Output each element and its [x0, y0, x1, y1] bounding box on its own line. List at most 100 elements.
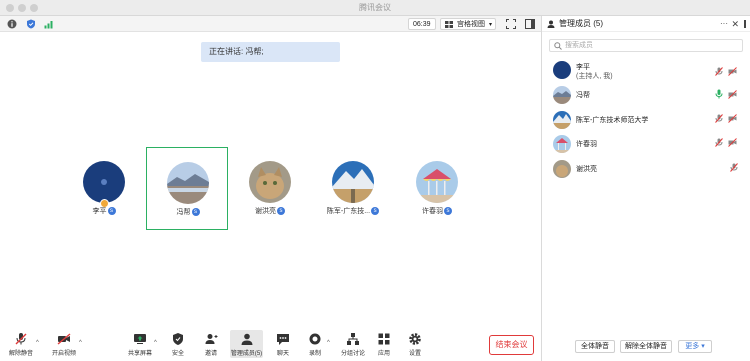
member-role: (主持人, 我) [576, 73, 613, 80]
member-row-fengbang[interactable]: 冯帮 [542, 85, 750, 107]
record-label: 录制 [308, 351, 321, 357]
avatar [553, 61, 571, 79]
member-search-input[interactable]: 搜索成员 [549, 39, 743, 52]
end-meeting-button[interactable]: 结束会议 [489, 335, 534, 355]
tencent-user-badge-icon: s [444, 207, 452, 216]
participant-tile-xiehongliang[interactable]: 谢洪亮 s [229, 147, 311, 230]
participant-name: 许春羽 [422, 208, 443, 215]
manage-members-button[interactable]: 管理成员(5) [230, 330, 263, 358]
chat-icon [277, 334, 289, 345]
unmute-all-button[interactable]: 解除全体静音 [620, 340, 672, 353]
member-row-chenjun[interactable]: 陈军-广东技术师范大学 [542, 110, 750, 132]
breakout-icon [347, 333, 359, 345]
more-label: 更多 [685, 343, 700, 350]
muted-mic-icon[interactable] [715, 138, 723, 147]
unmute-button[interactable]: 解除静音 [8, 332, 34, 357]
apps-icon [378, 333, 390, 345]
participant-name: 李平 [92, 208, 107, 215]
participant-tile-xuchunyu[interactable]: 许春羽 s [396, 147, 478, 230]
breakout-rooms-button[interactable]: 分组讨论 [340, 332, 366, 357]
meeting-toolbar: 解除静音 ^ 开启视频 ^ 共享屏幕 ^ 安全 邀请 管理成员(5) 聊天 录制… [0, 326, 541, 361]
avatar [553, 111, 571, 129]
member-name: 谢洪亮 [576, 166, 597, 173]
start-video-button[interactable]: 开启视频 [51, 332, 77, 357]
members-icon [241, 333, 252, 345]
more-options-icon[interactable]: ··· [720, 16, 728, 32]
chat-label: 聊天 [276, 351, 289, 357]
invite-button[interactable]: 邀请 [201, 332, 221, 357]
manage-members-label: 管理成员(5) [230, 351, 263, 357]
member-row-xuchunyu[interactable]: 许春羽 [542, 134, 750, 156]
avatar [553, 86, 571, 104]
shield-icon[interactable] [26, 19, 36, 29]
tencent-user-badge-icon: s [107, 207, 116, 216]
muted-mic-icon [15, 333, 27, 345]
security-button[interactable]: 安全 [168, 332, 188, 357]
members-panel-header: 管理成员 (5) ··· ✕ [542, 16, 750, 32]
record-options-chevron-icon[interactable]: ^ [327, 340, 330, 346]
member-name: 冯帮 [576, 92, 590, 99]
chevron-down-icon: ▾ [701, 343, 705, 350]
window-title: 腾讯会议 [359, 3, 391, 12]
participant-name: 陈军-广东技... [326, 208, 371, 215]
muted-mic-icon[interactable] [715, 114, 723, 123]
grid-view-button[interactable]: 宫格视图 ▾ [440, 18, 496, 30]
avatar [553, 160, 571, 178]
member-row-liping[interactable]: 李平 (主持人, 我) [542, 60, 750, 82]
panel-edge-icon[interactable] [744, 20, 750, 28]
sidebar-toggle-icon[interactable] [525, 19, 535, 29]
info-icon[interactable] [7, 19, 17, 29]
search-placeholder: 搜索成员 [565, 42, 593, 49]
apps-label: 应用 [377, 351, 390, 357]
audio-options-chevron-icon[interactable]: ^ [36, 340, 39, 346]
muted-mic-icon[interactable] [715, 67, 723, 76]
security-label: 安全 [171, 351, 184, 357]
tencent-user-badge-icon: s [277, 207, 285, 216]
record-button[interactable]: 录制 [305, 332, 325, 357]
security-shield-icon [173, 333, 183, 345]
members-panel: 管理成员 (5) ··· ✕ 搜索成员 李平 (主持人, 我) 冯帮 陈军-广东… [542, 16, 750, 361]
signal-icon[interactable] [44, 19, 54, 29]
settings-button[interactable]: 设置 [405, 332, 425, 357]
apps-button[interactable]: 应用 [374, 332, 394, 357]
tencent-user-badge-icon: s [191, 208, 200, 217]
settings-label: 设置 [408, 351, 421, 357]
video-off-icon[interactable] [728, 67, 737, 76]
chat-button[interactable]: 聊天 [273, 332, 293, 357]
participant-tile-fengbang[interactable]: 冯帮 s [146, 147, 228, 230]
invite-label: 邀请 [204, 351, 217, 357]
avatar [332, 161, 374, 203]
fullscreen-icon[interactable] [506, 19, 516, 29]
participant-name: 谢洪亮 [255, 208, 276, 215]
unmute-label: 解除静音 [8, 351, 33, 357]
participant-tile-liping[interactable]: 李平 s [63, 147, 145, 230]
video-options-chevron-icon[interactable]: ^ [79, 340, 82, 346]
member-row-xiehongliang[interactable]: 谢洪亮 [542, 159, 750, 181]
muted-mic-icon[interactable] [730, 163, 738, 172]
avatar [167, 162, 209, 204]
avatar [249, 161, 291, 203]
close-icon[interactable]: ✕ [731, 16, 739, 32]
member-name: 许春羽 [576, 141, 597, 148]
members-icon [547, 20, 555, 28]
video-off-icon[interactable] [728, 90, 737, 99]
meeting-timer: 06:39 [408, 18, 436, 30]
window-titlebar: 腾讯会议 [0, 0, 750, 16]
view-label: 宫格视图 [457, 21, 485, 28]
video-off-icon[interactable] [728, 138, 737, 147]
gear-icon [409, 333, 421, 345]
avatar [83, 161, 125, 203]
breakout-label: 分组讨论 [340, 351, 365, 357]
avatar [416, 161, 458, 203]
mic-on-icon[interactable] [715, 89, 723, 99]
video-off-icon[interactable] [728, 114, 737, 123]
mute-all-button[interactable]: 全体静音 [575, 340, 615, 353]
share-screen-icon [134, 334, 146, 344]
share-screen-button[interactable]: 共享屏幕 [127, 332, 153, 357]
invite-user-icon [205, 334, 218, 344]
member-name: 陈军-广东技术师范大学 [576, 117, 649, 124]
more-button[interactable]: 更多 ▾ [678, 340, 712, 353]
share-options-chevron-icon[interactable]: ^ [154, 340, 157, 346]
record-icon [309, 333, 321, 345]
participant-tile-chenjun[interactable]: 陈军-广东技... s [312, 147, 394, 230]
